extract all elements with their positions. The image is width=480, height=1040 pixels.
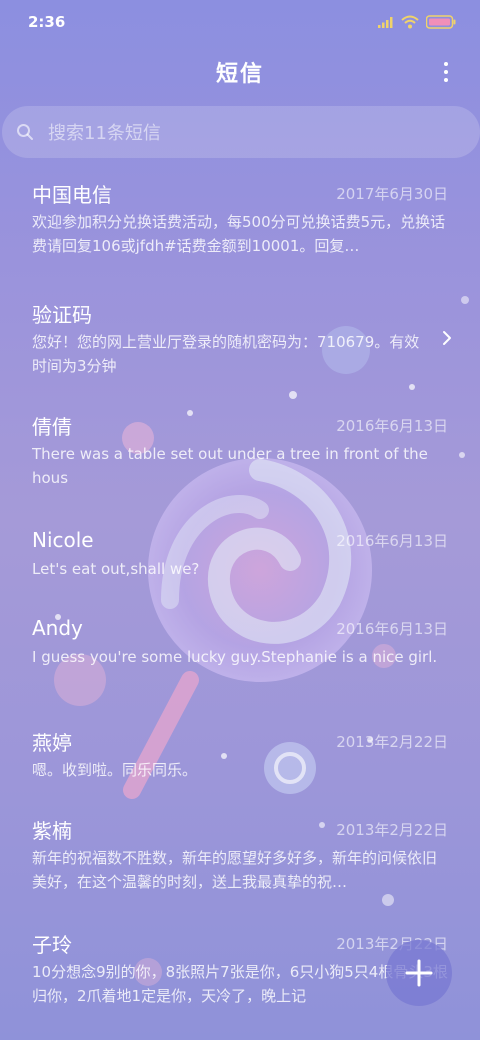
message-date: 2016年6月13日 (336, 531, 448, 550)
search-placeholder: 搜索11条短信 (48, 123, 161, 144)
message-date: 2016年6月13日 (336, 619, 448, 638)
conversation-item[interactable]: 中国电信 2017年6月30日 欢迎参加积分兑换话费活动，每500分可兑换话费5… (0, 176, 480, 296)
search-icon (17, 124, 33, 140)
status-time: 2:36 (28, 13, 66, 31)
sender-name: Nicole (32, 528, 94, 552)
message-date: 2016年6月13日 (336, 416, 448, 435)
wifi-icon (401, 15, 419, 29)
message-date: 2013年2月22日 (336, 820, 448, 839)
conversation-item[interactable]: Andy 2016年6月13日 I guess you're some luck… (0, 611, 480, 724)
sender-name: 验证码 (32, 302, 92, 327)
new-message-button[interactable] (386, 940, 452, 1006)
status-icons (378, 15, 456, 29)
signal-icon (378, 17, 393, 28)
search-input[interactable]: 搜索11条短信 (2, 106, 480, 158)
message-preview: 欢迎参加积分兑换话费活动，每500分可兑换话费5元，兑换话费请回复106或jfd… (32, 213, 446, 255)
conversation-item[interactable]: 验证码 您好！您的网上营业厅登录的随机密码为：710679。有效时间为3分钟 (0, 296, 480, 408)
conversation-item[interactable]: 倩倩 2016年6月13日 There was a table set out … (0, 408, 480, 523)
message-preview: 您好！您的网上营业厅登录的随机密码为：710679。有效时间为3分钟 (32, 333, 420, 375)
message-preview: I guess you're some lucky guy.Stephanie … (32, 648, 438, 666)
message-date: 2013年2月22日 (336, 732, 448, 751)
more-dot-icon (444, 78, 448, 82)
sender-name: 子玲 (32, 932, 72, 957)
page-title: 短信 (215, 62, 264, 87)
message-preview: 新年的祝福数不胜数，新年的愿望好多好多，新年的问候依旧美好，在这个温馨的时刻，送… (32, 849, 438, 891)
sender-name: 紫楠 (32, 818, 72, 843)
chevron-right-icon (443, 331, 451, 345)
more-dot-icon (444, 70, 448, 74)
message-preview: Let's eat out,shall we? (32, 560, 200, 578)
plus-icon (405, 959, 433, 987)
conversation-list: 中国电信 2017年6月30日 欢迎参加积分兑换话费活动，每500分可兑换话费5… (0, 176, 480, 1010)
message-date: 2017年6月30日 (336, 184, 448, 203)
conversation-item[interactable]: 紫楠 2013年2月22日 新年的祝福数不胜数，新年的愿望好多好多，新年的问候依… (0, 812, 480, 926)
more-options-button[interactable] (434, 56, 458, 88)
sender-name: 燕婷 (32, 730, 72, 755)
sender-name: 倩倩 (32, 414, 72, 439)
title-bar: 短信 (0, 44, 480, 100)
status-bar: 2:36 (0, 0, 480, 44)
message-preview: There was a table set out under a tree i… (32, 445, 428, 487)
sender-name: 中国电信 (32, 182, 112, 207)
message-preview: 嗯。收到啦。同乐同乐。 (32, 761, 198, 779)
conversation-item[interactable]: 燕婷 2013年2月22日 嗯。收到啦。同乐同乐。 (0, 724, 480, 812)
battery-icon (426, 15, 456, 29)
conversation-item[interactable]: Nicole 2016年6月13日 Let's eat out,shall we… (0, 523, 480, 611)
more-dot-icon (444, 62, 448, 66)
sender-name: Andy (32, 616, 83, 640)
